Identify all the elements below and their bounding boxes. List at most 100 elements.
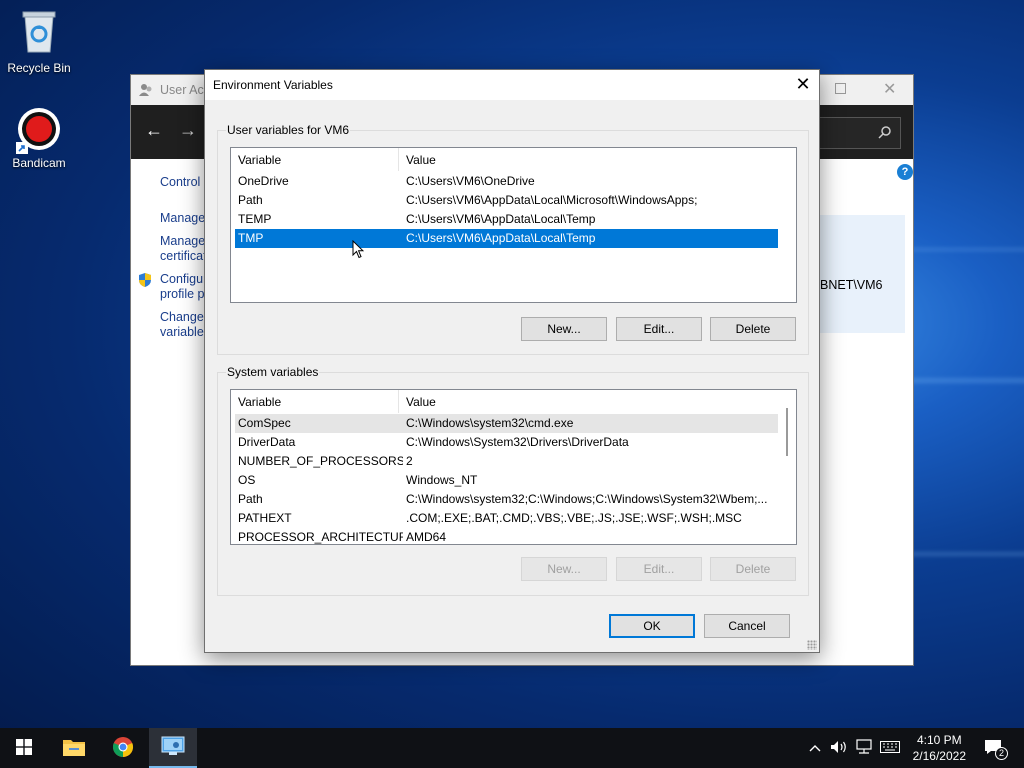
cancel-button[interactable]: Cancel: [704, 614, 790, 638]
manage-link-2-line2[interactable]: certificat: [160, 249, 207, 264]
scrollbar-thumb[interactable]: [786, 408, 788, 456]
user-delete-button[interactable]: Delete: [710, 317, 796, 341]
system-edit-button[interactable]: Edit...: [616, 557, 702, 581]
user-accounts-title: User Acc: [160, 83, 211, 97]
table-row[interactable]: PATHEXT .COM;.EXE;.BAT;.CMD;.VBS;.VBE;.J…: [235, 509, 778, 528]
variable-value: C:\Users\VM6\AppData\Local\Microsoft\Win…: [406, 193, 698, 207]
wallpaper-beam: [905, 248, 1024, 251]
chevron-up-icon: [809, 741, 821, 755]
system-variables-label: System variables: [226, 365, 320, 379]
recycle-bin-icon: [1, 8, 77, 57]
account-info-panel: BNET\VM6: [819, 215, 905, 333]
variable-name: TMP: [238, 231, 264, 245]
variable-value: 2: [406, 454, 413, 468]
variable-value: C:\Users\VM6\AppData\Local\Temp: [406, 231, 596, 245]
start-button[interactable]: [0, 728, 48, 768]
variable-name: OS: [238, 473, 256, 487]
folder-icon: [62, 737, 86, 760]
taskbar-file-explorer[interactable]: [50, 728, 98, 768]
speaker-icon: [830, 740, 848, 757]
table-row[interactable]: PROCESSOR_ARCHITECTURE AMD64: [235, 528, 778, 544]
volume-button[interactable]: [828, 728, 850, 768]
taskbar: 4:10 PM 2/16/2022 2: [0, 728, 1024, 768]
shield-icon: [137, 272, 153, 291]
vertical-scrollbar[interactable]: [779, 390, 796, 544]
windows-logo-icon: [16, 738, 32, 758]
user-edit-button[interactable]: Edit...: [616, 317, 702, 341]
variable-value: Windows_NT: [406, 473, 478, 487]
table-row[interactable]: TEMP C:\Users\VM6\AppData\Local\Temp: [235, 210, 778, 229]
user-new-button[interactable]: New...: [521, 317, 607, 341]
chrome-icon: [112, 736, 134, 761]
user-variables-label: User variables for VM6: [226, 123, 351, 137]
list-header: Variable Value: [231, 148, 796, 172]
system-variables-list[interactable]: Variable Value ComSpec C:\Windows\system…: [230, 389, 797, 545]
close-icon[interactable]: ✕: [883, 79, 896, 99]
user-variables-group: User variables for VM6 Variable Value On…: [217, 123, 809, 355]
table-row-selected[interactable]: TMP C:\Users\VM6\AppData\Local\Temp: [235, 229, 778, 248]
clock-date: 2/16/2022: [912, 749, 966, 763]
variable-value: AMD64: [406, 530, 447, 544]
variable-name: Path: [238, 492, 263, 506]
clock[interactable]: 4:10 PM 2/16/2022: [913, 732, 966, 764]
wallpaper-beam: [905, 552, 1024, 556]
resize-grip-icon[interactable]: [807, 640, 817, 650]
notification-count: 2: [995, 747, 1008, 760]
user-variables-list[interactable]: Variable Value OneDrive C:\Users\VM6\One…: [230, 147, 797, 303]
close-icon[interactable]: ✕: [787, 70, 819, 100]
dialog-title-bar: Environment Variables ✕: [205, 70, 819, 100]
search-icon: [878, 125, 892, 142]
table-row[interactable]: ComSpec C:\Windows\system32\cmd.exe: [235, 414, 778, 433]
column-header-value[interactable]: Value: [399, 148, 796, 171]
ok-button[interactable]: OK: [609, 614, 695, 638]
manage-link-1[interactable]: Manage: [160, 211, 205, 226]
variable-value: C:\Users\VM6\OneDrive: [406, 174, 535, 188]
variable-name: PATHEXT: [238, 511, 292, 525]
configure-profile-link[interactable]: Configur: [160, 272, 207, 287]
taskbar-control-panel[interactable]: [149, 728, 197, 768]
system-delete-button[interactable]: Delete: [710, 557, 796, 581]
bandicam-icon: [16, 106, 62, 154]
keyboard-icon: [880, 740, 900, 756]
variable-name: NUMBER_OF_PROCESSORS: [238, 454, 403, 468]
help-icon[interactable]: ?: [897, 164, 913, 180]
desktop-icon-recycle-bin[interactable]: Recycle Bin: [1, 8, 77, 75]
table-row[interactable]: OS Windows_NT: [235, 471, 778, 490]
variable-name: ComSpec: [238, 416, 291, 430]
change-variables-link-line2[interactable]: variables: [160, 325, 210, 340]
column-header-variable[interactable]: Variable: [231, 390, 399, 413]
action-center-button[interactable]: 2: [978, 728, 1010, 768]
table-row[interactable]: NUMBER_OF_PROCESSORS 2: [235, 452, 778, 471]
table-row[interactable]: DriverData C:\Windows\System32\Drivers\D…: [235, 433, 778, 452]
keyboard-button[interactable]: [878, 728, 902, 768]
variable-value: C:\Windows\system32\cmd.exe: [406, 416, 574, 430]
show-hidden-icons[interactable]: [806, 728, 824, 768]
search-box[interactable]: [809, 117, 901, 149]
system-new-button[interactable]: New...: [521, 557, 607, 581]
mouse-cursor-icon: [352, 239, 365, 262]
back-arrow-icon[interactable]: ←: [145, 120, 163, 141]
control-panel-icon: [161, 736, 185, 759]
table-row[interactable]: Path C:\Users\VM6\AppData\Local\Microsof…: [235, 191, 778, 210]
manage-link-2[interactable]: Manage: [160, 234, 205, 249]
desktop-icon-bandicam[interactable]: Bandicam: [1, 106, 77, 170]
configure-profile-link-line2[interactable]: profile p: [160, 287, 204, 302]
variable-name: DriverData: [238, 435, 296, 449]
variable-name: Path: [238, 193, 263, 207]
column-header-variable[interactable]: Variable: [231, 148, 399, 171]
table-row[interactable]: OneDrive C:\Users\VM6\OneDrive: [235, 172, 778, 191]
table-row[interactable]: Path C:\Windows\system32;C:\Windows;C:\W…: [235, 490, 778, 509]
wallpaper-beam: [905, 378, 1024, 383]
forward-arrow-icon[interactable]: →: [179, 120, 197, 141]
change-variables-link[interactable]: Change: [160, 310, 204, 325]
column-header-value[interactable]: Value: [399, 390, 796, 413]
notification-icon: 2: [984, 739, 1008, 760]
dialog-title: Environment Variables: [213, 78, 333, 92]
network-button[interactable]: [853, 728, 875, 768]
taskbar-chrome[interactable]: [99, 728, 147, 768]
shortcut-arrow-icon: [16, 142, 28, 154]
environment-variables-dialog: Environment Variables ✕ User variables f…: [204, 69, 820, 653]
maximize-icon[interactable]: [835, 83, 846, 94]
variable-name: TEMP: [238, 212, 272, 226]
list-header: Variable Value: [231, 390, 796, 414]
